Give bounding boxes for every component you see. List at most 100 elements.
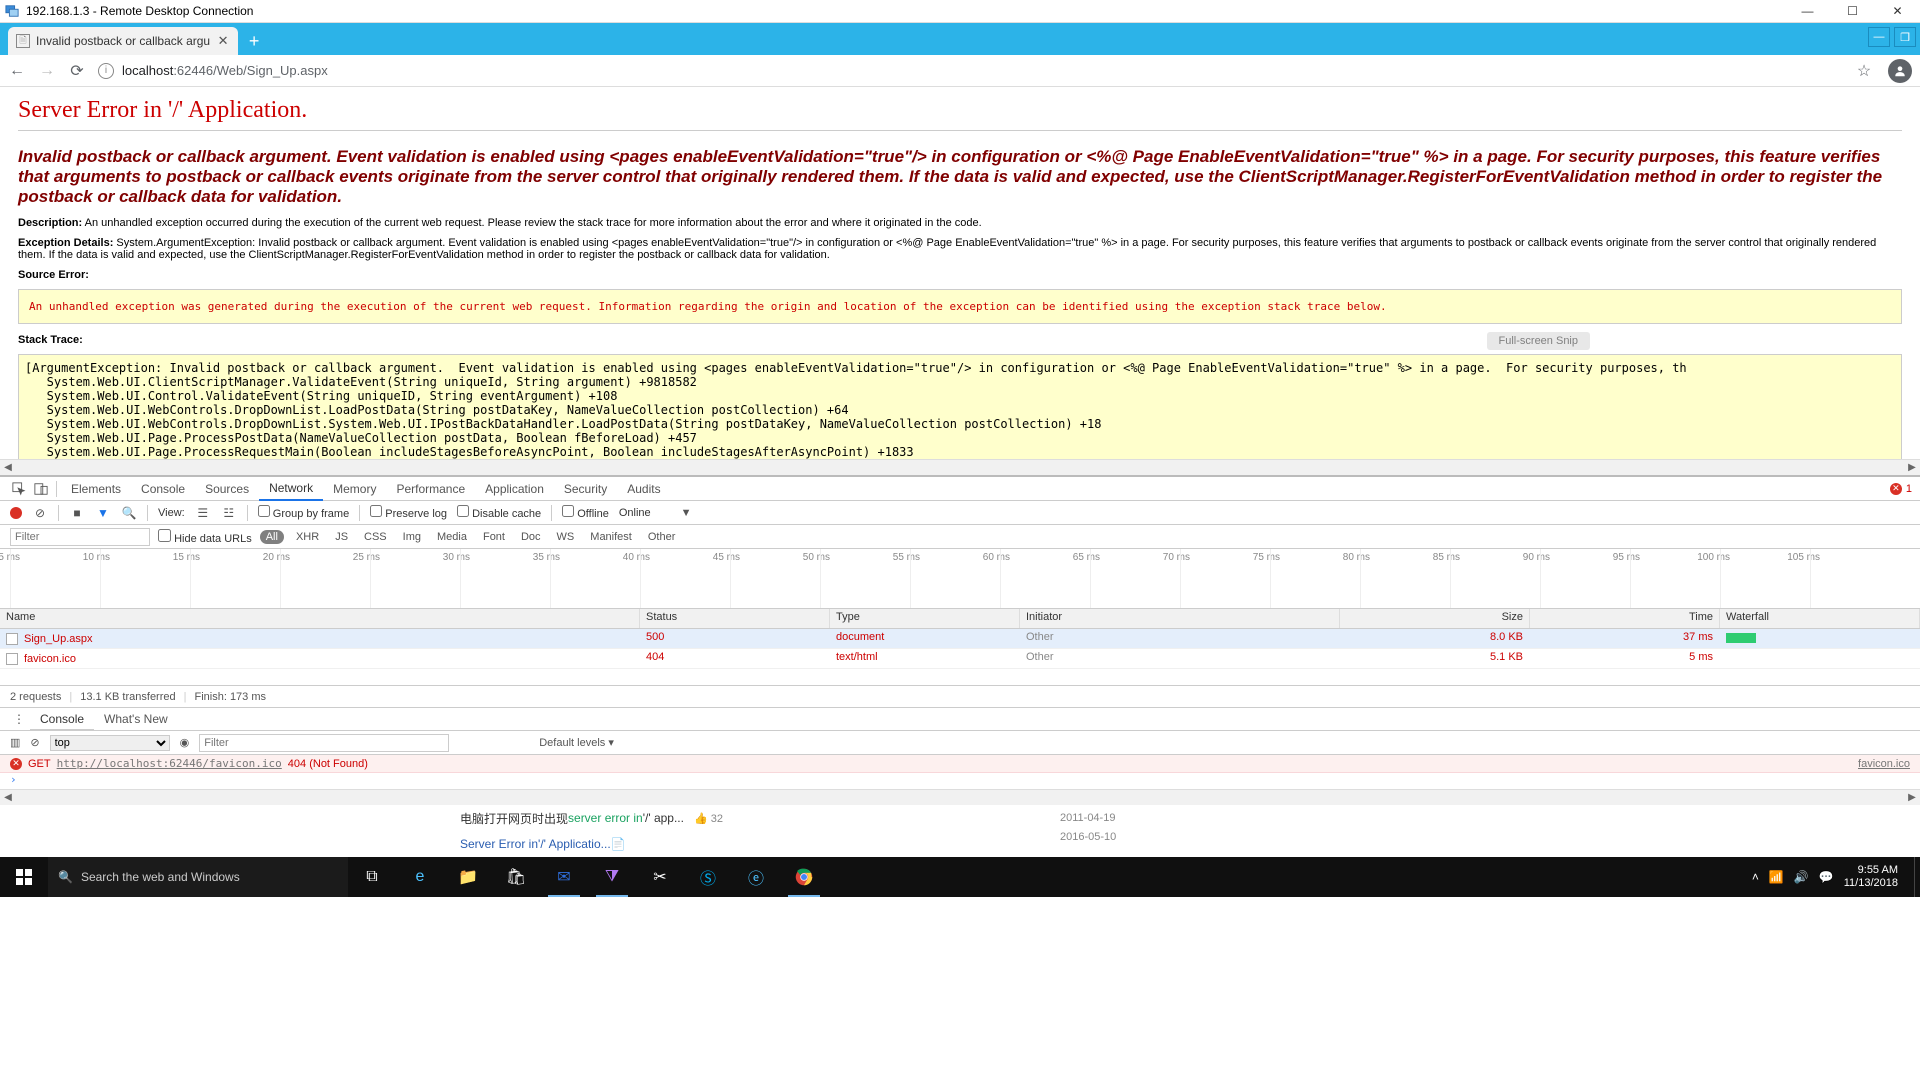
devtools-scrollbar[interactable]: ◀ ▶ — [0, 789, 1920, 805]
clear-icon[interactable]: ⊘ — [32, 505, 48, 521]
taskbar-clock[interactable]: 9:55 AM 11/13/2018 — [1844, 864, 1904, 890]
page-scrollbar[interactable]: ◀ ▶ — [0, 459, 1920, 475]
dropdown-icon[interactable]: ▼ — [681, 507, 692, 519]
console-error-row[interactable]: ✕ GET http://localhost:62446/favicon.ico… — [0, 755, 1920, 773]
console-filter-input[interactable] — [199, 734, 449, 752]
network-row[interactable]: favicon.ico404text/htmlOther5.1 KB5 ms — [0, 649, 1920, 669]
type-font[interactable]: Font — [479, 531, 509, 543]
preserve-log-checkbox[interactable]: Preserve log — [370, 505, 447, 520]
type-img[interactable]: Img — [399, 531, 425, 543]
console-levels-select[interactable]: Default levels ▾ — [539, 736, 614, 749]
show-desktop-button[interactable] — [1914, 857, 1920, 897]
tab-performance[interactable]: Performance — [386, 477, 475, 501]
record-button[interactable] — [10, 507, 22, 519]
file-explorer-icon[interactable]: 📁 — [444, 857, 492, 897]
rdc-close-button[interactable]: ✕ — [1875, 0, 1920, 23]
chrome-icon[interactable] — [780, 857, 828, 897]
maximize-button[interactable]: ❐ — [1894, 27, 1916, 47]
offline-checkbox[interactable]: Offline — [562, 505, 609, 520]
console-context-select[interactable]: top — [50, 735, 170, 751]
snipping-tool-icon[interactable]: ✂ — [636, 857, 684, 897]
reload-button[interactable]: ⟳ — [68, 62, 86, 80]
col-initiator[interactable]: Initiator — [1020, 609, 1340, 628]
result-row[interactable]: 电脑打开网页时出现server error in'/' app... 👍 32 … — [0, 805, 1920, 831]
skype-icon[interactable]: Ⓢ — [684, 857, 732, 897]
filter-icon[interactable]: ▼ — [95, 505, 111, 521]
scroll-right-icon[interactable]: ▶ — [1904, 460, 1920, 476]
scroll-right-icon[interactable]: ▶ — [1904, 790, 1920, 806]
profile-avatar-icon[interactable] — [1888, 59, 1912, 83]
drawer-tab-console[interactable]: Console — [30, 707, 94, 731]
type-manifest[interactable]: Manifest — [586, 531, 636, 543]
error-source-link[interactable]: favicon.ico — [1858, 758, 1910, 770]
waterfall-toggle-icon[interactable]: ☳ — [221, 505, 237, 521]
address-bar[interactable]: i localhost:62446/Web/Sign_Up.aspx — [98, 58, 1840, 84]
tab-network[interactable]: Network — [259, 477, 323, 501]
type-ws[interactable]: WS — [553, 531, 579, 543]
forward-button[interactable]: → — [38, 62, 56, 80]
tab-elements[interactable]: Elements — [61, 477, 131, 501]
col-size[interactable]: Size — [1340, 609, 1530, 628]
scroll-left-icon[interactable]: ◀ — [0, 790, 16, 806]
tab-memory[interactable]: Memory — [323, 477, 386, 501]
type-doc[interactable]: Doc — [517, 531, 545, 543]
drawer-menu-icon[interactable]: ⋮ — [8, 708, 30, 730]
type-css[interactable]: CSS — [360, 531, 391, 543]
bookmark-star-icon[interactable]: ☆ — [1852, 59, 1876, 83]
result-row[interactable]: Server Error in '/' Applicatio...📄 2016-… — [0, 831, 1920, 857]
search-icon[interactable]: 🔍 — [121, 505, 137, 521]
col-time[interactable]: Time — [1530, 609, 1720, 628]
type-xhr[interactable]: XHR — [292, 531, 323, 543]
scroll-left-icon[interactable]: ◀ — [0, 460, 16, 476]
new-tab-button[interactable]: + — [242, 29, 266, 53]
taskbar-search[interactable]: 🔍 Search the web and Windows — [48, 857, 348, 897]
devtools-error-badge[interactable]: ✕ 1 — [1890, 483, 1912, 495]
type-media[interactable]: Media — [433, 531, 471, 543]
tab-security[interactable]: Security — [554, 477, 617, 501]
tab-console[interactable]: Console — [131, 477, 195, 501]
network-timeline[interactable]: 5 ms10 ms15 ms20 ms25 ms30 ms35 ms40 ms4… — [0, 549, 1920, 609]
col-waterfall[interactable]: Waterfall — [1720, 609, 1920, 628]
error-url[interactable]: http://localhost:62446/favicon.ico — [57, 757, 282, 770]
filter-input[interactable] — [10, 528, 150, 546]
inspect-element-icon[interactable] — [8, 478, 30, 500]
disable-cache-checkbox[interactable]: Disable cache — [457, 505, 541, 520]
group-by-frame-checkbox[interactable]: Group by frame — [258, 505, 349, 520]
col-type[interactable]: Type — [830, 609, 1020, 628]
browser-tab[interactable]: 🗎 Invalid postback or callback argu ✕ — [8, 27, 238, 55]
console-prompt[interactable]: › — [0, 773, 1920, 789]
throttling-select[interactable]: Online — [619, 507, 651, 519]
console-sidebar-icon[interactable]: ▥ — [10, 736, 20, 749]
outlook-icon[interactable]: ✉ — [540, 857, 588, 897]
task-view-icon[interactable]: ⧉ — [348, 857, 396, 897]
device-toolbar-icon[interactable] — [30, 478, 52, 500]
tray-chevron-icon[interactable]: ˄ — [1752, 870, 1759, 884]
system-tray[interactable]: ˄ 📶 🔊 💬 9:55 AM 11/13/2018 — [1742, 864, 1914, 890]
tab-sources[interactable]: Sources — [195, 477, 259, 501]
visual-studio-icon[interactable]: ⧩ — [588, 857, 636, 897]
large-rows-icon[interactable]: ☰ — [195, 505, 211, 521]
minimize-button[interactable]: — — [1868, 27, 1890, 47]
type-all[interactable]: All — [260, 530, 284, 544]
notifications-icon[interactable]: 💬 — [1819, 870, 1834, 884]
volume-icon[interactable]: 🔊 — [1794, 870, 1809, 884]
back-button[interactable]: ← — [8, 62, 26, 80]
console-clear-icon[interactable]: ⊘ — [30, 736, 39, 749]
edge-icon[interactable]: e — [396, 857, 444, 897]
tab-application[interactable]: Application — [475, 477, 554, 501]
store-icon[interactable]: 🛍 — [492, 857, 540, 897]
rdc-maximize-button[interactable]: ☐ — [1830, 0, 1875, 23]
ie-icon[interactable]: ⓔ — [732, 857, 780, 897]
start-button[interactable] — [0, 857, 48, 897]
rdc-minimize-button[interactable]: — — [1785, 0, 1830, 23]
drawer-tab-whatsnew[interactable]: What's New — [94, 707, 178, 731]
type-other[interactable]: Other — [644, 531, 680, 543]
hide-data-urls-checkbox[interactable]: Hide data URLs — [158, 529, 252, 545]
col-status[interactable]: Status — [640, 609, 830, 628]
close-tab-icon[interactable]: ✕ — [216, 34, 230, 48]
site-info-icon[interactable]: i — [98, 63, 114, 79]
type-js[interactable]: JS — [331, 531, 352, 543]
network-row[interactable]: Sign_Up.aspx500documentOther8.0 KB37 ms — [0, 629, 1920, 649]
network-icon[interactable]: 📶 — [1769, 870, 1784, 884]
live-expression-icon[interactable]: ◉ — [180, 736, 190, 749]
